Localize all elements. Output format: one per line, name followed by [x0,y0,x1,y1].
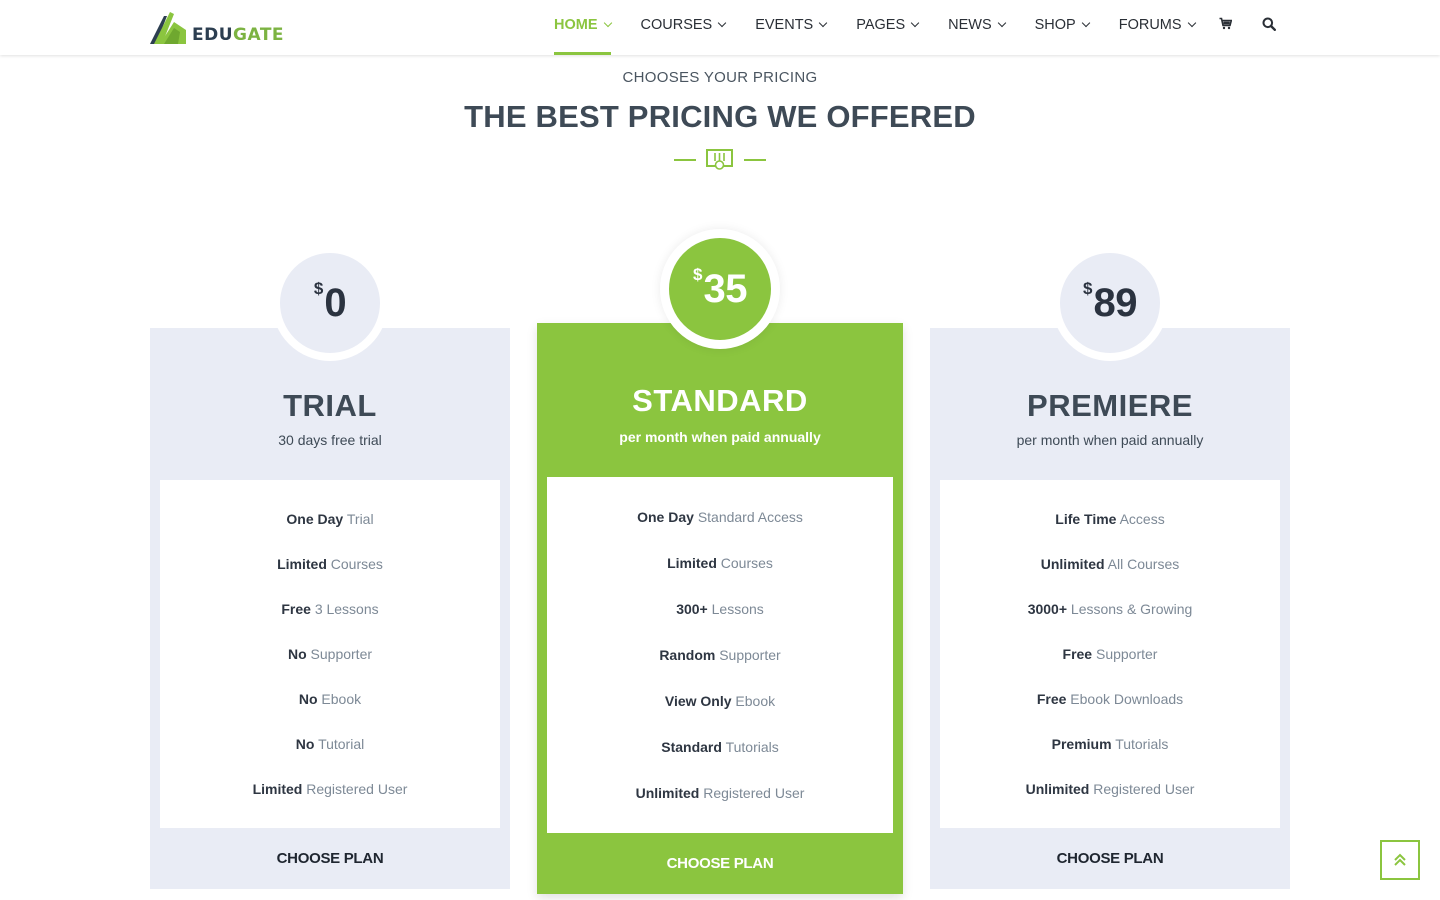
chevron-down-icon [717,18,727,27]
feature-item: Unlimited Registered User [635,785,805,801]
features-list: Life Time Access Unlimited All Courses 3… [940,480,1280,828]
chevron-down-icon [818,18,828,27]
feature-item: One Day Trial [286,511,374,527]
feature-item: Premium Tutorials [1051,736,1169,752]
currency-symbol: $ [313,279,324,298]
price-amount: 0 [324,280,347,325]
chevron-down-icon [910,18,920,27]
pricing-card-standard: STANDARD per month when paid annually On… [537,323,903,894]
price-amount: 35 [703,266,747,311]
nav-item-courses[interactable]: COURSES [640,0,727,55]
section-pretitle: CHOOSES YOUR PRICING [622,69,818,86]
nav-label: SHOP [1034,16,1076,33]
nav-item-forums[interactable]: FORUMS [1118,0,1196,55]
section-title: THE BEST PRICING WE OFFERED [464,99,976,134]
feature-item: Free Supporter [1062,646,1158,662]
plan-subtitle: per month when paid annually [1016,432,1204,448]
features-list: One Day Standard Access Limited Courses … [547,477,893,833]
cart-icon[interactable] [1219,17,1233,35]
feature-item: No Supporter [287,646,373,662]
feature-item: No Ebook [298,691,362,707]
logo-text-gate: GATE [233,25,285,45]
feature-item: Unlimited All Courses [1040,556,1180,572]
double-chevron-up-icon [1394,853,1406,866]
site-header: EDUGATE HOME COURSES EVENTS PAGES NEWS S… [0,0,1440,55]
feature-item: Limited Courses [667,555,773,571]
plan-subtitle: per month when paid annually [619,429,821,445]
feature-item: Free 3 Lessons [281,601,379,617]
feature-item: Life Time Access [1055,511,1165,527]
logo-text: EDUGATE [192,26,284,44]
plan-subtitle: 30 days free trial [278,432,382,448]
nav-label: HOME [554,16,598,33]
pricing-card-premiere: PREMIERE per month when paid annually Li… [930,328,1290,889]
nav-item-news[interactable]: NEWS [948,0,1006,55]
plan-name: TRIAL [283,388,377,423]
plan-name: PREMIERE [1027,388,1193,423]
choose-plan-button[interactable]: CHOOSE PLAN [150,850,510,867]
nav-label: COURSES [640,16,713,33]
logo-icon [150,12,186,44]
nav-label: EVENTS [755,16,814,33]
price-badge-premiere: $89 [1052,245,1168,361]
nav-label: PAGES [856,16,906,33]
search-icon[interactable] [1262,17,1277,36]
feature-item: No Tutorial [295,736,365,752]
feature-item: View Only Ebook [664,693,776,709]
nav-item-events[interactable]: EVENTS [755,0,828,55]
chevron-down-icon [1187,18,1196,27]
feature-item: Limited Registered User [252,781,408,797]
chevron-down-icon [603,18,612,27]
feature-item: 3000+ Lessons & Growing [1027,601,1193,617]
nav-label: NEWS [948,16,992,33]
feature-item: Random Supporter [659,647,781,663]
feature-item: Limited Courses [277,556,383,572]
pricing-card-trial: TRIAL 30 days free trial One Day Trial L… [150,328,510,889]
nav-item-pages[interactable]: PAGES [856,0,920,55]
price-amount: 89 [1093,280,1137,325]
logo-text-edu: EDU [192,25,234,45]
nav-item-shop[interactable]: SHOP [1034,0,1090,55]
features-list: One Day Trial Limited Courses Free 3 Les… [160,480,500,828]
logo[interactable]: EDUGATE [150,10,284,44]
feature-item: Free Ebook Downloads [1036,691,1184,707]
feature-item: Unlimited Registered User [1025,781,1195,797]
feature-item: Standard Tutorials [661,739,779,755]
chevron-down-icon [1081,18,1090,27]
currency-symbol: $ [1083,279,1093,298]
main-nav: HOME COURSES EVENTS PAGES NEWS SHOP FORU… [554,0,1225,55]
nav-item-home[interactable]: HOME [554,0,612,55]
nav-label: FORUMS [1118,16,1182,33]
feature-item: 300+ Lessons [676,601,764,617]
plan-name: STANDARD [632,383,808,418]
chevron-down-icon [997,18,1006,27]
divider-icon [674,149,766,170]
price-badge-standard: $35 [660,229,780,349]
choose-plan-button[interactable]: CHOOSE PLAN [930,850,1290,867]
price-badge-trial: $0 [272,245,388,361]
scroll-to-top-button[interactable] [1380,840,1420,880]
feature-item: One Day Standard Access [637,509,803,525]
choose-plan-button[interactable]: CHOOSE PLAN [537,855,903,872]
currency-symbol: $ [693,265,703,284]
